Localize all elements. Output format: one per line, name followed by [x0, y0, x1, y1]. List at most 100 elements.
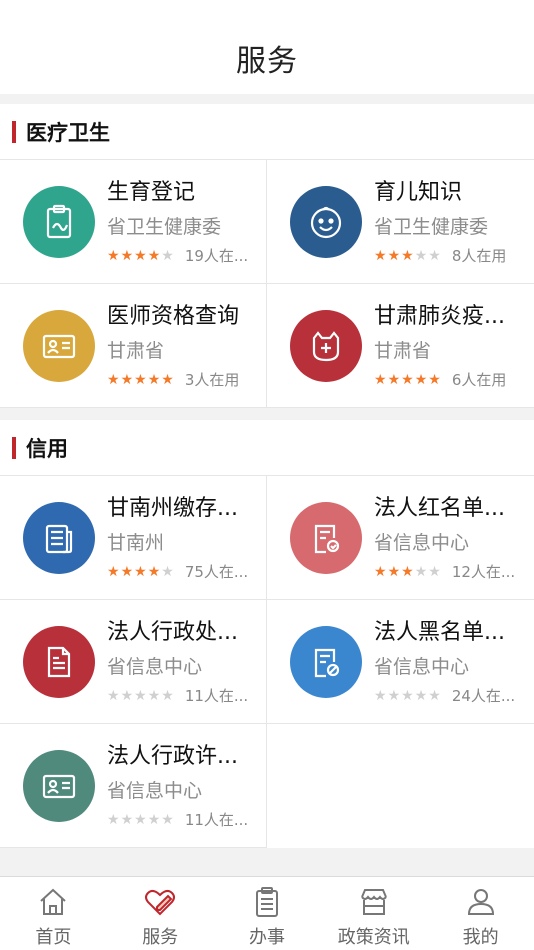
rating-stars: ★ ★ ★ ★ ★	[374, 565, 442, 579]
usage-count: 6人在用	[451, 371, 507, 389]
star-icon: ★	[147, 687, 161, 704]
newspaper-icon	[23, 501, 95, 574]
tab-home[interactable]: 首页	[0, 877, 107, 950]
service-name: 生育登记	[107, 179, 196, 205]
section-header: 医疗卫生	[0, 104, 534, 160]
clipboard-icon	[23, 185, 95, 258]
medical-bag-icon	[290, 309, 362, 382]
usage-count: 19人在...	[184, 247, 249, 265]
star-icon: ★	[161, 811, 174, 828]
service-card-physician-qualification[interactable]: 医师资格查询 甘肃省 ★ ★ ★ ★ ★ 3人在用	[0, 284, 267, 408]
star-icon: ★	[120, 247, 134, 264]
rating-stars: ★ ★ ★ ★ ★	[107, 565, 175, 579]
usage-count: 11人在...	[184, 687, 249, 705]
storefront-icon	[360, 889, 387, 915]
user-icon	[467, 889, 494, 915]
tab-label: 首页	[35, 927, 72, 948]
bottom-tab-bar: 首页 服务 办事 政策资讯 我的	[0, 876, 534, 950]
section-accent-bar	[12, 120, 16, 143]
service-card-black-list[interactable]: 法人黑名单... 省信息中心 ★ ★ ★ ★ ★ 24人在...	[267, 600, 534, 724]
star-icon: ★	[414, 247, 428, 264]
rating-stars: ★ ★ ★ ★ ★	[374, 373, 442, 387]
star-icon: ★	[401, 247, 414, 264]
service-card-gannan-deposit[interactable]: 甘南州缴存... 甘南州 ★ ★ ★ ★ ★ 75人在...	[0, 476, 267, 600]
star-icon: ★	[134, 371, 147, 388]
star-icon: ★	[161, 247, 174, 264]
service-name: 育儿知识	[374, 179, 463, 205]
usage-count: 12人在...	[451, 563, 516, 581]
star-icon: ★	[374, 247, 387, 264]
page-title: 服务	[236, 44, 298, 79]
service-card-administrative-penalty[interactable]: 法人行政处... 省信息中心 ★ ★ ★ ★ ★ 11人在...	[0, 600, 267, 724]
star-icon: ★	[414, 563, 428, 580]
star-icon: ★	[374, 371, 387, 388]
section-credit: 信用 甘南州缴存... 甘南州 ★ ★ ★ ★ ★ 75人在... 法人红名单... 省信…	[0, 420, 534, 848]
section-title: 信用	[26, 436, 68, 461]
star-icon: ★	[120, 371, 134, 388]
star-icon: ★	[387, 371, 401, 388]
star-icon: ★	[134, 247, 147, 264]
document-check-icon	[290, 501, 362, 574]
star-icon: ★	[107, 247, 120, 264]
tab-services[interactable]: 服务	[107, 877, 214, 950]
tab-mine[interactable]: 我的	[427, 877, 534, 950]
service-department: 省信息中心	[374, 531, 470, 554]
service-name: 法人行政许...	[107, 743, 238, 769]
star-icon: ★	[120, 563, 134, 580]
star-icon: ★	[107, 811, 120, 828]
service-name: 甘南州缴存...	[107, 495, 238, 521]
service-department: 甘肃省	[107, 339, 165, 362]
rating-stars: ★ ★ ★ ★ ★	[107, 813, 175, 827]
service-name: 法人行政处...	[107, 619, 238, 645]
tab-affairs[interactable]: 办事	[214, 877, 321, 950]
service-department: 省卫生健康委	[374, 215, 489, 238]
service-department: 省卫生健康委	[107, 215, 222, 238]
star-icon: ★	[134, 811, 147, 828]
star-icon: ★	[401, 687, 414, 704]
service-name: 甘肃肺炎疫...	[374, 303, 505, 329]
usage-count: 75人在...	[184, 563, 249, 581]
service-department: 甘南州	[107, 531, 165, 554]
rating-stars: ★ ★ ★ ★ ★	[374, 689, 442, 703]
star-icon: ★	[120, 687, 134, 704]
star-icon: ★	[374, 563, 387, 580]
star-icon: ★	[147, 247, 161, 264]
star-icon: ★	[428, 371, 441, 388]
rating-stars: ★ ★ ★ ★ ★	[107, 373, 175, 387]
tab-label: 办事	[248, 927, 285, 948]
star-icon: ★	[161, 687, 174, 704]
star-icon: ★	[107, 371, 120, 388]
star-icon: ★	[387, 687, 401, 704]
star-icon: ★	[107, 687, 120, 704]
star-icon: ★	[401, 371, 414, 388]
service-card-administrative-license[interactable]: 法人行政许... 省信息中心 ★ ★ ★ ★ ★ 11人在...	[0, 724, 267, 848]
clipboard-list-icon	[255, 887, 278, 917]
service-card-pneumonia-epidemic[interactable]: 甘肃肺炎疫... 甘肃省 ★ ★ ★ ★ ★ 6人在用	[267, 284, 534, 408]
section-medical: 医疗卫生 生育登记 省卫生健康委 ★ ★ ★ ★ ★ 19人在... 育儿知识 省卫生健康…	[0, 104, 534, 408]
star-icon: ★	[161, 371, 174, 388]
document-ban-icon	[290, 625, 362, 698]
home-icon	[40, 888, 67, 915]
star-icon: ★	[147, 811, 161, 828]
star-icon: ★	[428, 247, 441, 264]
tab-label: 服务	[142, 927, 179, 948]
service-card-birth-registration[interactable]: 生育登记 省卫生健康委 ★ ★ ★ ★ ★ 19人在...	[0, 160, 267, 284]
star-icon: ★	[414, 687, 428, 704]
service-name: 法人黑名单...	[374, 619, 505, 645]
service-card-red-list[interactable]: 法人红名单... 省信息中心 ★ ★ ★ ★ ★ 12人在...	[267, 476, 534, 600]
tab-policy-news[interactable]: 政策资讯	[320, 877, 427, 950]
usage-count: 8人在用	[451, 247, 507, 265]
license-card-icon	[23, 749, 95, 822]
app-header: 服务	[0, 0, 534, 94]
service-department: 省信息中心	[107, 779, 203, 802]
usage-count: 24人在...	[451, 687, 516, 705]
star-icon: ★	[107, 563, 120, 580]
star-icon: ★	[428, 563, 441, 580]
star-icon: ★	[387, 563, 401, 580]
baby-face-icon	[290, 185, 362, 258]
service-card-parenting-knowledge[interactable]: 育儿知识 省卫生健康委 ★ ★ ★ ★ ★ 8人在用	[267, 160, 534, 284]
star-icon: ★	[147, 371, 161, 388]
usage-count: 11人在...	[184, 811, 249, 829]
section-accent-bar	[12, 436, 16, 459]
star-icon: ★	[401, 563, 414, 580]
